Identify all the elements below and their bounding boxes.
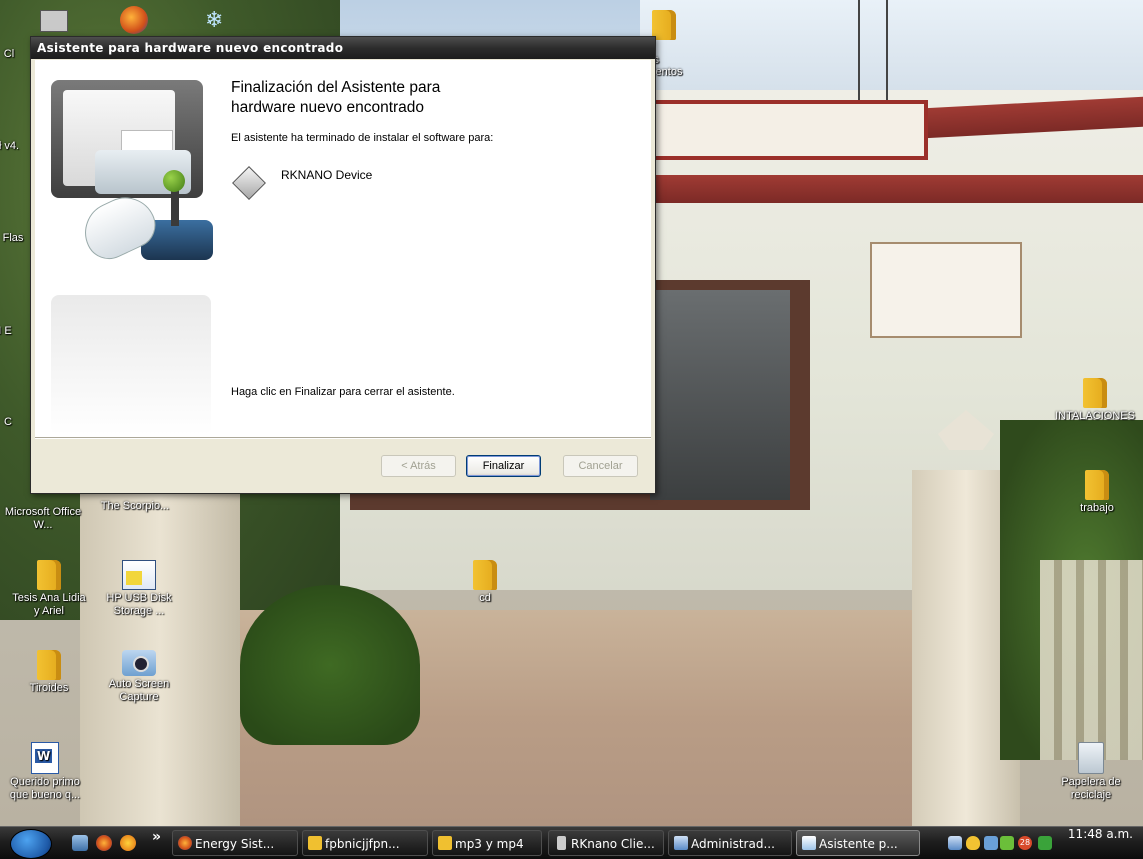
- desktop-icon-label: cd: [479, 592, 491, 604]
- firefox-icon[interactable]: [120, 6, 148, 34]
- quick-launch-more[interactable]: »: [152, 829, 161, 845]
- checkmark-icon[interactable]: [1038, 836, 1052, 850]
- start-button[interactable]: [10, 829, 52, 859]
- desktop-icon-tesis[interactable]: Tesis Ana Lidia y Ariel: [10, 560, 88, 618]
- folder-icon: [1085, 470, 1109, 500]
- wallpaper-bush: [240, 585, 420, 745]
- wizard-heading: Finalización del Asistente para hardware…: [231, 78, 641, 118]
- taskbar-button-label: RKnano Clie...: [571, 837, 655, 851]
- desktop-icon-tiroides[interactable]: Tiroides: [10, 650, 88, 695]
- taskbar-button-admin[interactable]: Administrad...: [668, 830, 792, 856]
- desktop-icon-label: Microsoft Office W...: [4, 506, 82, 531]
- shield-icon[interactable]: [966, 836, 980, 850]
- desktop-icon-hp-usb[interactable]: HP USB Disk Storage ...: [100, 560, 178, 618]
- taskbar-button-mp3[interactable]: mp3 y mp4: [432, 830, 542, 856]
- folder-icon: [37, 650, 61, 680]
- device-row: RKNANO Device: [231, 163, 641, 200]
- antivirus-icon[interactable]: 28: [1018, 836, 1032, 850]
- system-tray: 28 11:48 a.m.: [940, 827, 1143, 859]
- desktop-icon-recycle-bin[interactable]: Papelera de reciclaje: [1052, 742, 1130, 802]
- illustration-reflection: [51, 295, 211, 435]
- taskbar-button-label: mp3 y mp4: [455, 837, 524, 851]
- wizard-heading-line1: Finalización del Asistente para: [231, 79, 441, 96]
- firefox-icon: [178, 836, 192, 850]
- wizard-text-panel: Finalización del Asistente para hardware…: [231, 60, 641, 437]
- device-name: RKNANO Device: [281, 168, 373, 182]
- back-button[interactable]: < Atrás: [381, 455, 456, 477]
- usb-device-icon[interactable]: [984, 836, 998, 850]
- desktop-icon-label: Flas: [2, 232, 24, 244]
- desktop-icon-label: C: [4, 416, 12, 428]
- wizard-window-icon: [802, 836, 816, 850]
- firefox-icon[interactable]: [96, 835, 112, 851]
- wallpaper-door: [650, 290, 790, 500]
- wallpaper-antenna: [858, 0, 888, 100]
- finish-button[interactable]: Finalizar: [466, 455, 541, 477]
- device-icon: [557, 836, 566, 850]
- found-new-hardware-wizard: Asistente para hardware nuevo encontrado…: [30, 36, 656, 494]
- taskbar-button-rknano[interactable]: RKnano Clie...: [548, 830, 664, 856]
- volume-icon[interactable]: [1000, 836, 1014, 850]
- wallpaper-balustrade: [1040, 560, 1143, 760]
- folder-icon: [473, 560, 497, 590]
- desktop-icon-label: Cł v4.: [0, 140, 20, 152]
- desktop-icon-label: trabajo: [1080, 502, 1114, 514]
- desktop-icon-label: The Scorpio...: [100, 500, 170, 512]
- desktop-icon-label: Querido primo que bueno q...: [9, 776, 81, 801]
- desktop-icon-label: Cl: [3, 48, 15, 60]
- wizard-illustration: [35, 60, 213, 437]
- show-desktop-icon[interactable]: [72, 835, 88, 851]
- desktop-icon-label: entos: [655, 66, 683, 78]
- taskbar: » Energy Sist... fpbnicjjfpn... mp3 y mp…: [0, 826, 1143, 859]
- folder-icon: [1083, 378, 1107, 408]
- folder-icon: [37, 560, 61, 590]
- desktop-icon-intalaciones[interactable]: INTALACIONES: [1050, 378, 1140, 423]
- wallpaper-pillar-left: [80, 460, 240, 826]
- button-separator: [35, 437, 651, 439]
- quick-launch-app-icon[interactable]: [120, 835, 136, 851]
- camera-icon: [122, 650, 156, 676]
- recycle-bin-icon: [1078, 742, 1104, 774]
- application-icon: [122, 560, 156, 590]
- wallpaper-sign: [640, 100, 928, 160]
- network-icon[interactable]: [948, 836, 962, 850]
- folder-icon: [438, 836, 452, 850]
- window-title[interactable]: Asistente para hardware nuevo encontrado: [31, 37, 655, 59]
- finish-instruction: Haga clic en Finalizar para cerrar el as…: [231, 386, 455, 398]
- joystick-ball-illustration: [163, 170, 185, 192]
- taskbar-button-label: Administrad...: [691, 837, 775, 851]
- desktop-icon-label: HP USB Disk Storage ...: [106, 592, 172, 617]
- snowflake-icon[interactable]: ❄: [205, 8, 223, 33]
- installed-text: El asistente ha terminado de instalar el…: [231, 132, 494, 144]
- wallpaper-board: [870, 242, 1022, 338]
- desktop-icon-label: Papelera de reciclaje: [1061, 776, 1121, 801]
- desktop-icon-querido-primo[interactable]: Querido primo que bueno q...: [6, 742, 84, 802]
- folder-icon: [308, 836, 322, 850]
- desktop-icon-label: Auto Screen Capture: [108, 678, 170, 703]
- desktop-icon-word-doc[interactable]: Microsoft Office W...: [4, 506, 82, 532]
- desktop-icon-trabajo[interactable]: trabajo: [1058, 470, 1136, 515]
- taskbar-button-energy[interactable]: Energy Sist...: [172, 830, 298, 856]
- taskbar-button-folder1[interactable]: fpbnicjjfpn...: [302, 830, 428, 856]
- desktop-icon-label: Tiroides: [29, 682, 69, 694]
- wizard-body: Finalización del Asistente para hardware…: [35, 60, 651, 437]
- desktop-icon-label: INTALACIONES: [1055, 410, 1135, 422]
- taskbar-button-label: Energy Sist...: [195, 837, 275, 851]
- desktop-icon-auto-screen-capture[interactable]: Auto Screen Capture: [100, 650, 178, 704]
- computer-management-icon: [674, 836, 688, 850]
- word-document-icon: [31, 742, 59, 774]
- device-icon: [232, 166, 266, 200]
- desktop-icon-label: Tesis Ana Lidia y Ariel: [12, 592, 86, 617]
- wizard-heading-line2: hardware nuevo encontrado: [231, 99, 425, 116]
- desktop-icon-cd[interactable]: cd: [446, 560, 524, 605]
- drive-icon[interactable]: [40, 10, 68, 32]
- taskbar-button-label: fpbnicjjfpn...: [325, 837, 400, 851]
- cancel-button[interactable]: Cancelar: [563, 455, 638, 477]
- taskbar-button-wizard[interactable]: Asistente p...: [796, 830, 920, 856]
- clock[interactable]: 11:48 a.m.: [1068, 827, 1133, 841]
- desktop-icon-label: I E: [0, 325, 12, 337]
- taskbar-button-label: Asistente p...: [819, 837, 898, 851]
